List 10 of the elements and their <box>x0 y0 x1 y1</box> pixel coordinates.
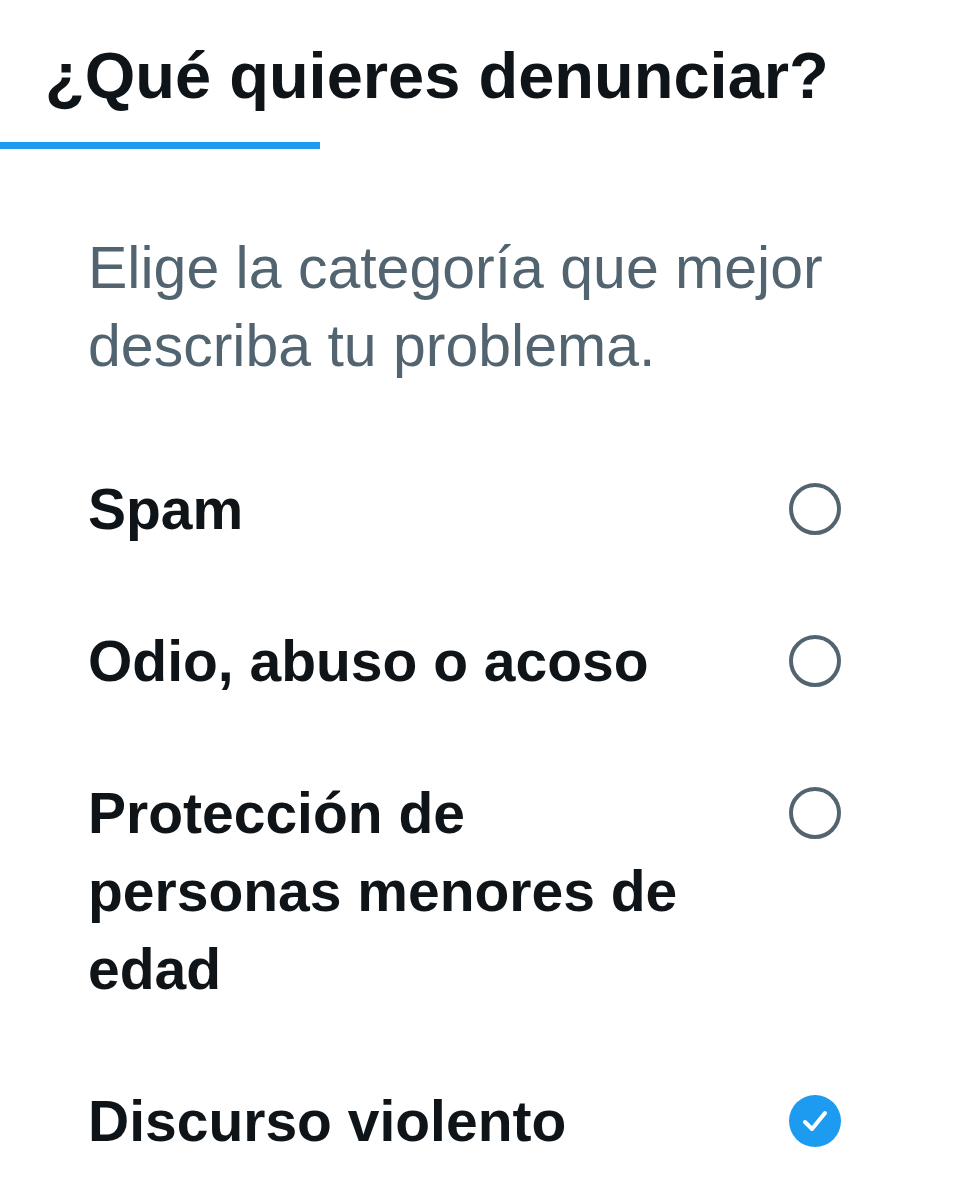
radio-button[interactable] <box>789 787 841 839</box>
radio-checked-icon[interactable] <box>789 1095 841 1147</box>
radio-button[interactable] <box>789 635 841 687</box>
option-label: Spam <box>88 476 244 543</box>
radio-button[interactable] <box>789 483 841 535</box>
option-label: Protección de personas menores de edad <box>88 780 679 1003</box>
instruction-text: Elige la categoría que mejor describa tu problema. <box>88 234 824 381</box>
page-title: ¿Qué quieres denunciar? <box>45 38 830 114</box>
option-label: Discurso violento <box>88 1088 567 1155</box>
option-label: Odio, abuso o acoso <box>88 628 649 695</box>
